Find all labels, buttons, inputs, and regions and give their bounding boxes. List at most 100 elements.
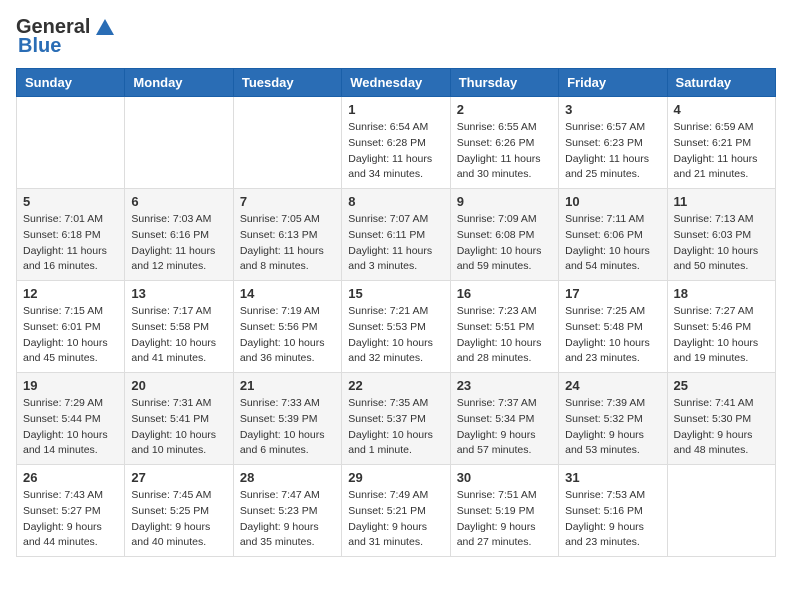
day-info: Sunrise: 7:17 AM Sunset: 5:58 PM Dayligh… [131,304,226,367]
day-info: Sunrise: 7:53 AM Sunset: 5:16 PM Dayligh… [565,488,660,551]
day-cell: 28 Sunrise: 7:47 AM Sunset: 5:23 PM Dayli… [233,465,341,557]
day-number: 24 [565,378,660,393]
day-info: Sunrise: 7:49 AM Sunset: 5:21 PM Dayligh… [348,488,443,551]
day-number: 19 [23,378,118,393]
week-row-2: 12Sunrise: 7:15 AM Sunset: 6:01 PM Dayli… [17,281,776,373]
day-info: Sunrise: 7:31 AM Sunset: 5:41 PM Dayligh… [131,396,226,459]
week-row-1: 5Sunrise: 7:01 AM Sunset: 6:18 PM Daylig… [17,189,776,281]
day-cell: 1Sunrise: 6:54 AM Sunset: 6:28 PM Daylig… [342,97,450,189]
day-cell: 17 Sunrise: 7:25 AM Sunset: 5:48 PM Dayli… [559,281,667,373]
day-number: 30 [457,470,552,485]
header-monday: Monday [125,69,233,97]
day-number: 4 [674,102,769,117]
day-number: 2 [457,102,552,117]
calendar-header-row: SundayMondayTuesdayWednesdayThursdayFrid… [17,69,776,97]
day-cell [233,97,341,189]
day-info: Sunrise: 7:07 AM Sunset: 6:11 PM Dayligh… [348,212,443,275]
day-cell [667,465,775,557]
header-sunday: Sunday [17,69,125,97]
day-info: Sunrise: 7:13 AM Sunset: 6:03 PM Dayligh… [674,212,769,275]
day-info: Sunrise: 7:01 AM Sunset: 6:18 PM Dayligh… [23,212,118,275]
day-number: 31 [565,470,660,485]
day-cell: 8 Sunrise: 7:07 AM Sunset: 6:11 PM Daylig… [342,189,450,281]
day-cell: 12Sunrise: 7:15 AM Sunset: 6:01 PM Dayli… [17,281,125,373]
day-info: Sunrise: 7:47 AM Sunset: 5:23 PM Dayligh… [240,488,335,551]
logo-icon [94,17,116,39]
day-cell: 29Sunrise: 7:49 AM Sunset: 5:21 PM Dayli… [342,465,450,557]
day-number: 15 [348,286,443,301]
day-cell: 27 Sunrise: 7:45 AM Sunset: 5:25 PM Dayli… [125,465,233,557]
day-info: Sunrise: 7:25 AM Sunset: 5:48 PM Dayligh… [565,304,660,367]
day-cell: 19 Sunrise: 7:29 AM Sunset: 5:44 PM Dayli… [17,373,125,465]
day-number: 28 [240,470,335,485]
day-number: 25 [674,378,769,393]
day-info: Sunrise: 7:51 AM Sunset: 5:19 PM Dayligh… [457,488,552,551]
day-number: 3 [565,102,660,117]
day-cell: 4 Sunrise: 6:59 AM Sunset: 6:21 PM Daylig… [667,97,775,189]
day-cell: 7 Sunrise: 7:05 AM Sunset: 6:13 PM Daylig… [233,189,341,281]
day-cell: 25 Sunrise: 7:41 AM Sunset: 5:30 PM Dayli… [667,373,775,465]
day-number: 8 [348,194,443,209]
day-number: 17 [565,286,660,301]
day-cell [17,97,125,189]
day-cell: 24 Sunrise: 7:39 AM Sunset: 5:32 PM Dayli… [559,373,667,465]
day-info: Sunrise: 7:39 AM Sunset: 5:32 PM Dayligh… [565,396,660,459]
day-cell: 3Sunrise: 6:57 AM Sunset: 6:23 PM Daylig… [559,97,667,189]
day-cell: 20 Sunrise: 7:31 AM Sunset: 5:41 PM Dayli… [125,373,233,465]
day-cell: 11 Sunrise: 7:13 AM Sunset: 6:03 PM Dayli… [667,189,775,281]
day-number: 1 [348,102,443,117]
day-info: Sunrise: 7:09 AM Sunset: 6:08 PM Dayligh… [457,212,552,275]
day-cell: 13 Sunrise: 7:17 AM Sunset: 5:58 PM Dayli… [125,281,233,373]
day-number: 26 [23,470,118,485]
day-number: 9 [457,194,552,209]
header-wednesday: Wednesday [342,69,450,97]
day-cell: 14Sunrise: 7:19 AM Sunset: 5:56 PM Dayli… [233,281,341,373]
day-number: 13 [131,286,226,301]
day-cell: 16 Sunrise: 7:23 AM Sunset: 5:51 PM Dayli… [450,281,558,373]
day-info: Sunrise: 6:59 AM Sunset: 6:21 PM Dayligh… [674,120,769,183]
day-info: Sunrise: 7:21 AM Sunset: 5:53 PM Dayligh… [348,304,443,367]
day-number: 20 [131,378,226,393]
day-number: 23 [457,378,552,393]
week-row-3: 19 Sunrise: 7:29 AM Sunset: 5:44 PM Dayli… [17,373,776,465]
day-info: Sunrise: 7:37 AM Sunset: 5:34 PM Dayligh… [457,396,552,459]
day-number: 21 [240,378,335,393]
day-info: Sunrise: 7:03 AM Sunset: 6:16 PM Dayligh… [131,212,226,275]
day-info: Sunrise: 7:27 AM Sunset: 5:46 PM Dayligh… [674,304,769,367]
day-cell: 5Sunrise: 7:01 AM Sunset: 6:18 PM Daylig… [17,189,125,281]
day-cell: 22Sunrise: 7:35 AM Sunset: 5:37 PM Dayli… [342,373,450,465]
day-info: Sunrise: 7:41 AM Sunset: 5:30 PM Dayligh… [674,396,769,459]
day-info: Sunrise: 7:43 AM Sunset: 5:27 PM Dayligh… [23,488,118,551]
day-cell: 23 Sunrise: 7:37 AM Sunset: 5:34 PM Dayli… [450,373,558,465]
day-info: Sunrise: 7:19 AM Sunset: 5:56 PM Dayligh… [240,304,335,367]
day-info: Sunrise: 7:33 AM Sunset: 5:39 PM Dayligh… [240,396,335,459]
week-row-0: 1Sunrise: 6:54 AM Sunset: 6:28 PM Daylig… [17,97,776,189]
day-info: Sunrise: 7:05 AM Sunset: 6:13 PM Dayligh… [240,212,335,275]
day-info: Sunrise: 7:29 AM Sunset: 5:44 PM Dayligh… [23,396,118,459]
header-thursday: Thursday [450,69,558,97]
day-cell: 26 Sunrise: 7:43 AM Sunset: 5:27 PM Dayli… [17,465,125,557]
logo: General Blue [16,16,116,58]
day-info: Sunrise: 7:45 AM Sunset: 5:25 PM Dayligh… [131,488,226,551]
header-tuesday: Tuesday [233,69,341,97]
day-info: Sunrise: 6:55 AM Sunset: 6:26 PM Dayligh… [457,120,552,183]
day-info: Sunrise: 7:35 AM Sunset: 5:37 PM Dayligh… [348,396,443,459]
day-number: 16 [457,286,552,301]
day-cell: 31 Sunrise: 7:53 AM Sunset: 5:16 PM Dayli… [559,465,667,557]
day-info: Sunrise: 7:11 AM Sunset: 6:06 PM Dayligh… [565,212,660,275]
day-info: Sunrise: 7:23 AM Sunset: 5:51 PM Dayligh… [457,304,552,367]
calendar: SundayMondayTuesdayWednesdayThursdayFrid… [16,68,776,557]
week-row-4: 26 Sunrise: 7:43 AM Sunset: 5:27 PM Dayli… [17,465,776,557]
day-number: 27 [131,470,226,485]
day-number: 7 [240,194,335,209]
day-cell: 18Sunrise: 7:27 AM Sunset: 5:46 PM Dayli… [667,281,775,373]
day-cell: 10 Sunrise: 7:11 AM Sunset: 6:06 PM Dayli… [559,189,667,281]
header-friday: Friday [559,69,667,97]
day-cell: 9 Sunrise: 7:09 AM Sunset: 6:08 PM Daylig… [450,189,558,281]
blue-text: Blue [18,35,61,58]
day-info: Sunrise: 7:15 AM Sunset: 6:01 PM Dayligh… [23,304,118,367]
day-cell: 6Sunrise: 7:03 AM Sunset: 6:16 PM Daylig… [125,189,233,281]
day-number: 10 [565,194,660,209]
day-cell: 15 Sunrise: 7:21 AM Sunset: 5:53 PM Dayli… [342,281,450,373]
day-number: 11 [674,194,769,209]
